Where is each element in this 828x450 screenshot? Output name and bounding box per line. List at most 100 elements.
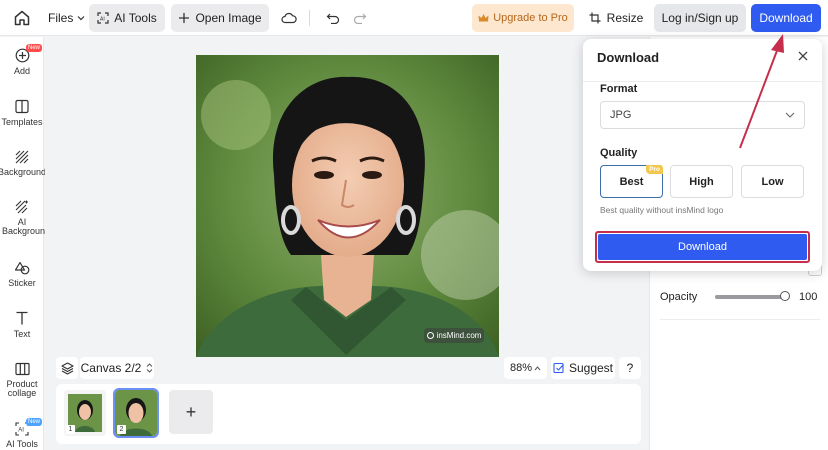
sidebar-item-ai-tools[interactable]: AI New AI Tools [0,418,44,449]
sidebar-item-label: AI Tools [6,439,38,449]
quality-label: Quality [600,147,638,159]
crown-icon [478,14,489,22]
thumbnail-number: 1 [66,425,75,434]
add-page-button[interactable]: + [169,390,213,434]
page-thumbnail[interactable]: 1 [64,390,106,436]
format-label: Format [600,83,638,95]
dialog-download-label: Download [598,234,807,260]
redo-icon [353,13,367,24]
download-button[interactable]: Download [751,4,821,32]
sidebar-item-label: AI Background [2,217,51,236]
sidebar-item-label: Add [13,66,30,76]
chevron-down-icon [785,112,795,118]
sticker-icon [14,261,29,275]
sidebar-item-label: Templates [1,117,43,127]
crop-icon [589,12,601,24]
upgrade-label: Upgrade to Pro [493,12,568,24]
pro-badge: Pro [646,165,663,174]
undo-button[interactable] [322,6,344,30]
quality-option-label: Best [619,175,644,188]
quality-option-label: Low [761,175,784,188]
collage-icon [14,362,30,376]
panel-divider [660,319,820,320]
chevron-updown-icon [146,363,153,373]
zoom-control[interactable]: 88% [504,357,547,379]
suggest-button[interactable]: Suggest [551,357,615,379]
chevron-up-icon [534,365,541,370]
layers-icon [60,361,74,375]
sidebar-item-label: Sticker [8,278,36,288]
left-sidebar: New Add Templates Background AI Backgrou… [0,37,51,450]
download-dialog: Download Format JPG Quality Best Pro Hig… [583,39,822,271]
open-image-label: Open Image [195,11,262,25]
opacity-value: 100 [799,291,818,303]
watermark-text: insMind.com [436,331,482,340]
ai-background-icon [15,200,28,214]
new-badge: New [26,418,43,426]
quality-low-option[interactable]: Low [741,165,804,198]
toolbar-divider [309,10,310,26]
quality-option-label: High [689,175,714,188]
watermark: insMind.com [424,328,484,343]
chevron-down-icon [77,16,85,21]
ai-tools-icon: AI [97,12,109,24]
ai-tools-label: AI Tools [114,11,157,25]
opacity-slider[interactable] [715,291,790,301]
dialog-title: Download [597,50,660,65]
quality-note: Best quality without insMind logo [600,205,724,215]
canvas-selector[interactable]: Canvas 2/2 [80,357,154,379]
quality-high-option[interactable]: High [670,165,733,198]
page-thumbnail[interactable]: 2 [113,388,159,438]
format-value: JPG [610,109,632,121]
upgrade-to-pro-button[interactable]: Upgrade to Pro [472,4,574,32]
sidebar-item-label: Text [13,329,31,339]
sidebar-item-product-collage[interactable]: Product collage [0,362,44,398]
sidebar-item-background[interactable]: Background [0,150,47,177]
help-button[interactable]: ? [619,357,641,379]
open-image-button[interactable]: Open Image [171,4,269,32]
cloud-save-button[interactable] [278,6,300,30]
close-icon [798,51,808,61]
redo-button[interactable] [349,6,371,30]
home-button[interactable] [10,6,34,30]
format-select[interactable]: JPG [600,101,805,129]
thumbnail-number: 2 [117,425,126,434]
text-icon [16,311,28,325]
opacity-row: Opacity 100 [660,286,825,308]
opacity-slider-handle[interactable] [780,291,790,301]
layers-button[interactable] [56,357,78,379]
sidebar-item-label: Product collage [6,379,38,398]
help-label: ? [626,361,634,375]
dialog-divider [583,81,822,82]
sidebar-item-ai-background[interactable]: AI Background [0,200,51,236]
ai-tools-button[interactable]: AI AI Tools [89,4,165,32]
login-label: Log in/Sign up [661,11,739,25]
svg-text:AI: AI [100,17,105,23]
files-label: Files [48,11,74,25]
sidebar-item-sticker[interactable]: Sticker [0,261,44,288]
opacity-label: Opacity [660,291,698,303]
sidebar-item-text[interactable]: Text [0,311,44,339]
cloud-icon [281,12,297,24]
top-toolbar: Files AI AI Tools Open Image Upgrade to … [0,0,828,36]
sidebar-item-templates[interactable]: Templates [0,99,44,127]
files-menu[interactable]: Files [46,4,87,32]
home-icon [14,10,30,26]
opacity-slider-fill [715,295,785,299]
templates-icon [15,99,29,114]
portrait-image [196,55,499,357]
quality-best-option[interactable]: Best Pro [600,165,663,198]
canvas-photo[interactable] [196,55,499,357]
dialog-download-button[interactable]: Download [595,231,810,263]
login-signup-button[interactable]: Log in/Sign up [654,4,746,32]
page-thumbnail-strip: 1 2 + [56,384,641,444]
sidebar-item-add[interactable]: New Add [0,44,44,76]
zoom-value: 88% [509,362,533,374]
resize-label: Resize [606,11,644,25]
resize-button[interactable]: Resize [586,4,646,32]
suggest-label: Suggest [568,361,614,375]
close-button[interactable] [796,49,810,63]
suggest-icon [553,362,564,374]
sidebar-item-label: Background [0,167,47,177]
svg-text:AI: AI [18,428,24,434]
